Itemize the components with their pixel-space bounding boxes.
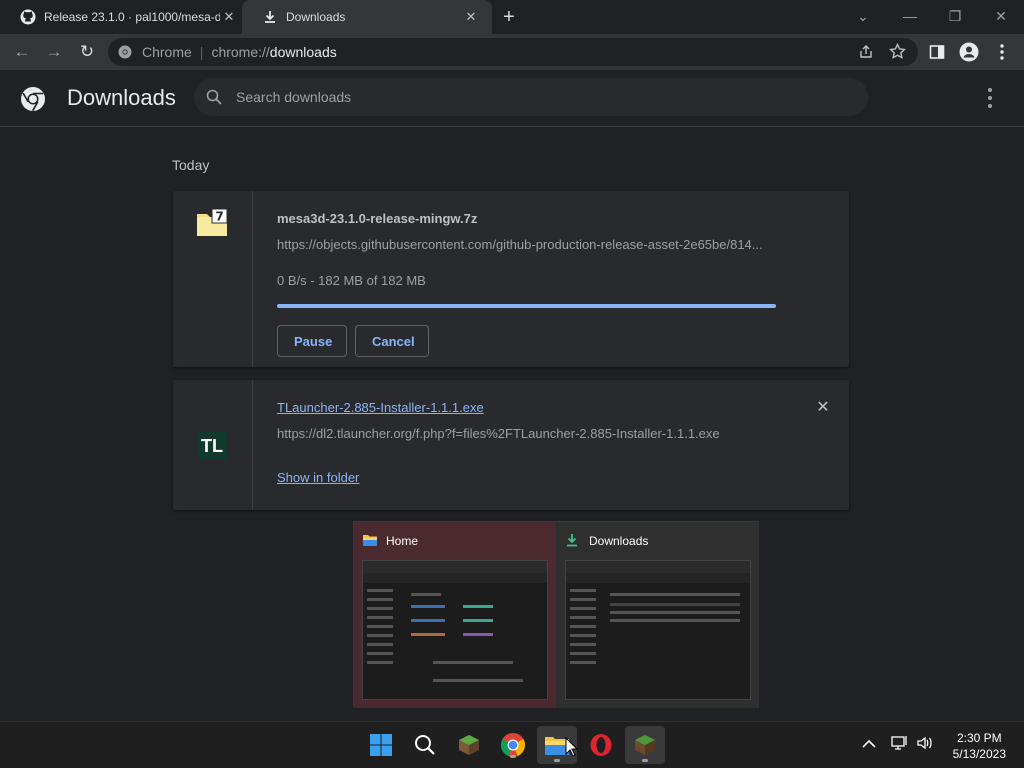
new-tab-button[interactable]: + <box>500 7 518 27</box>
clock-time: 2:30 PM <box>956 731 1002 745</box>
remove-download-icon[interactable]: ✕ <box>815 400 831 416</box>
running-indicator <box>554 759 560 762</box>
restore-button[interactable]: ❐ <box>941 6 969 26</box>
page-title: Downloads <box>67 85 176 110</box>
site-label: Chrome <box>142 44 192 60</box>
reload-button[interactable]: ↻ <box>76 41 98 63</box>
search-taskbar-icon[interactable] <box>410 730 440 760</box>
tab-title: Downloads <box>286 10 346 24</box>
preview-window-downloads[interactable]: Downloads <box>557 522 759 708</box>
search-input[interactable] <box>236 78 836 116</box>
browser-toolbar: ← → ↻ Chrome | chrome:// downloads <box>0 34 1024 70</box>
minecraft-grass-icon[interactable] <box>454 730 484 760</box>
tab-title: Release 23.1.0 · pal1000/mesa-di <box>44 10 220 24</box>
download-item: TL TLauncher-2.885-Installer-1.1.1.exe h… <box>173 380 849 510</box>
download-url: https://objects.githubusercontent.com/gi… <box>277 237 763 252</box>
downloads-window-thumbnail <box>565 560 751 700</box>
github-icon <box>20 9 36 25</box>
download-url: https://dl2.tlauncher.org/f.php?f=files%… <box>277 426 720 441</box>
tab-downloads[interactable]: Downloads ✕ <box>242 0 492 34</box>
chrome-taskbar-icon[interactable] <box>498 730 528 760</box>
network-icon[interactable] <box>891 735 909 754</box>
browser-menu-icon[interactable] <box>991 41 1013 63</box>
taskbar-thumbnail-preview: Home Downloads <box>353 521 759 708</box>
download-arrow-icon <box>565 533 581 547</box>
url-scheme: chrome:// <box>211 44 270 60</box>
show-hidden-icons-chevron[interactable] <box>862 736 876 752</box>
system-clock[interactable]: 2:30 PM 5/13/2023 <box>953 730 1006 762</box>
tlauncher-icon: TL <box>197 432 227 460</box>
address-bar[interactable]: Chrome | chrome:// downloads <box>108 38 918 66</box>
window-close-button[interactable]: ✕ <box>987 6 1015 26</box>
opera-taskbar-icon[interactable] <box>586 730 616 760</box>
svg-text:7: 7 <box>215 210 223 224</box>
icon-column: TL <box>173 380 253 510</box>
pause-button[interactable]: Pause <box>277 325 347 357</box>
side-panel-icon[interactable] <box>926 41 948 63</box>
running-indicator <box>510 755 516 758</box>
close-icon[interactable]: ✕ <box>464 10 478 24</box>
preview-title: Home <box>386 534 419 548</box>
cancel-button[interactable]: Cancel <box>355 325 429 357</box>
preview-window-home[interactable]: Home <box>354 522 556 708</box>
progress-fill <box>277 304 776 308</box>
search-box <box>194 78 868 116</box>
download-icon <box>262 9 278 25</box>
chrome-icon <box>118 45 132 62</box>
icon-column: 7 <box>173 191 253 367</box>
download-progress-bar <box>277 304 776 308</box>
close-icon[interactable]: ✕ <box>222 10 236 24</box>
show-in-folder-link[interactable]: Show in folder <box>277 470 359 485</box>
separator: | <box>199 44 204 60</box>
tab-strip: Release 23.1.0 · pal1000/mesa-di ✕ Downl… <box>0 0 1024 34</box>
minimize-button[interactable]: — <box>896 6 924 26</box>
screen: Release 23.1.0 · pal1000/mesa-di ✕ Downl… <box>0 0 1024 768</box>
section-label-today: Today <box>172 157 210 173</box>
minecraft-launcher-taskbar-icon[interactable] <box>625 726 665 764</box>
preview-title: Downloads <box>589 534 649 548</box>
tab-search-icon[interactable]: ⌄ <box>849 6 877 26</box>
tab-github-release[interactable]: Release 23.1.0 · pal1000/mesa-di ✕ <box>0 0 250 34</box>
clock-date: 5/13/2023 <box>952 747 1006 761</box>
downloads-menu-icon[interactable] <box>982 88 998 108</box>
folder-icon <box>362 533 378 547</box>
download-filename-link[interactable]: TLauncher-2.885-Installer-1.1.1.exe <box>277 400 484 415</box>
download-status: 0 B/s - 182 MB of 182 MB <box>277 273 426 288</box>
download-filename: mesa3d-23.1.0-release-mingw.7z <box>277 211 478 226</box>
start-button[interactable] <box>366 730 396 760</box>
7z-archive-icon: 7 <box>195 208 229 243</box>
share-icon[interactable] <box>858 44 874 63</box>
volume-icon[interactable] <box>916 735 934 754</box>
url-host: downloads <box>269 44 337 60</box>
windows-taskbar: 2:30 PM 5/13/2023 <box>0 721 1024 768</box>
running-indicator <box>642 759 648 762</box>
search-icon <box>206 89 222 110</box>
profile-avatar-icon[interactable] <box>958 41 980 63</box>
home-window-thumbnail <box>362 560 548 700</box>
back-button[interactable]: ← <box>11 41 33 63</box>
chrome-logo-icon <box>20 86 46 117</box>
downloads-header: Downloads <box>0 70 1024 127</box>
forward-button[interactable]: → <box>43 41 65 63</box>
bookmark-star-icon[interactable] <box>889 42 906 63</box>
download-item: 7 mesa3d-23.1.0-release-mingw.7z https:/… <box>173 191 849 367</box>
